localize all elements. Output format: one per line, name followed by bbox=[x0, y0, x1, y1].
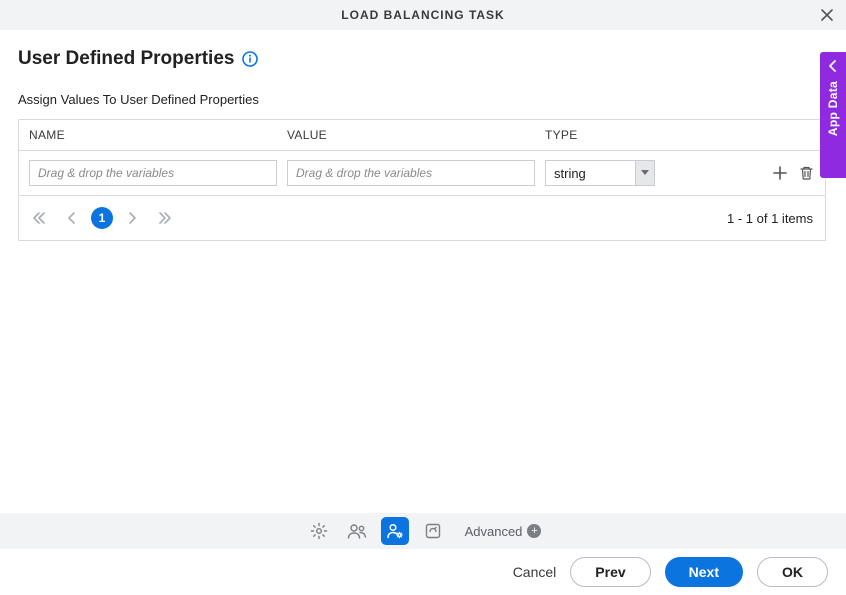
wizard-step-bar: Advanced + bbox=[0, 513, 846, 549]
close-button[interactable] bbox=[820, 8, 834, 22]
step-preview[interactable] bbox=[419, 517, 447, 545]
trash-icon bbox=[799, 165, 814, 181]
pager-next-button[interactable] bbox=[121, 206, 145, 230]
gear-icon bbox=[310, 522, 328, 540]
chevron-double-left-icon bbox=[32, 211, 46, 225]
app-data-drawer-toggle[interactable]: App Data bbox=[820, 52, 846, 178]
app-data-label: App Data bbox=[826, 81, 840, 136]
next-button[interactable]: Next bbox=[665, 557, 743, 587]
ok-button[interactable]: OK bbox=[757, 557, 828, 587]
step-settings[interactable] bbox=[305, 517, 333, 545]
pager-first-button[interactable] bbox=[27, 206, 51, 230]
info-icon[interactable] bbox=[242, 51, 258, 67]
modal-header: LOAD BALANCING TASK bbox=[0, 0, 846, 30]
plus-circle-icon: + bbox=[527, 524, 541, 538]
properties-table: NAME VALUE TYPE string bbox=[18, 119, 826, 196]
close-icon bbox=[820, 8, 834, 22]
preview-icon bbox=[424, 522, 442, 540]
step-user-properties[interactable] bbox=[381, 517, 409, 545]
chevron-left-icon bbox=[828, 60, 838, 75]
prev-button[interactable]: Prev bbox=[570, 557, 650, 587]
modal-title: LOAD BALANCING TASK bbox=[341, 8, 504, 22]
pager-current-page[interactable]: 1 bbox=[91, 207, 113, 229]
value-input[interactable] bbox=[287, 160, 535, 186]
chevron-right-icon bbox=[128, 211, 138, 225]
advanced-toggle[interactable]: Advanced + bbox=[465, 524, 542, 539]
cancel-button[interactable]: Cancel bbox=[513, 564, 557, 580]
table-header: NAME VALUE TYPE bbox=[19, 120, 825, 151]
pagination: 1 1 - 1 of 1 items bbox=[18, 196, 826, 241]
pager-last-button[interactable] bbox=[153, 206, 177, 230]
advanced-label: Advanced bbox=[465, 524, 523, 539]
users-icon bbox=[347, 522, 367, 540]
pager-info: 1 - 1 of 1 items bbox=[727, 211, 813, 226]
plus-icon bbox=[772, 165, 788, 181]
table-row: string bbox=[19, 151, 825, 195]
column-header-type: TYPE bbox=[545, 128, 665, 142]
column-header-value: VALUE bbox=[287, 128, 545, 142]
chevron-down-icon bbox=[635, 160, 655, 186]
step-participants[interactable] bbox=[343, 517, 371, 545]
dialog-footer: Cancel Prev Next OK bbox=[0, 549, 846, 595]
user-gear-icon bbox=[386, 522, 404, 540]
chevron-left-icon bbox=[66, 211, 76, 225]
section-subtitle: Assign Values To User Defined Properties bbox=[18, 92, 826, 107]
type-select[interactable]: string bbox=[545, 160, 655, 186]
name-input[interactable] bbox=[29, 160, 277, 186]
add-row-button[interactable] bbox=[771, 164, 789, 182]
page-title: User Defined Properties bbox=[18, 48, 234, 70]
delete-row-button[interactable] bbox=[797, 164, 815, 182]
column-header-name: NAME bbox=[29, 128, 287, 142]
chevron-double-right-icon bbox=[158, 211, 172, 225]
pager-prev-button[interactable] bbox=[59, 206, 83, 230]
